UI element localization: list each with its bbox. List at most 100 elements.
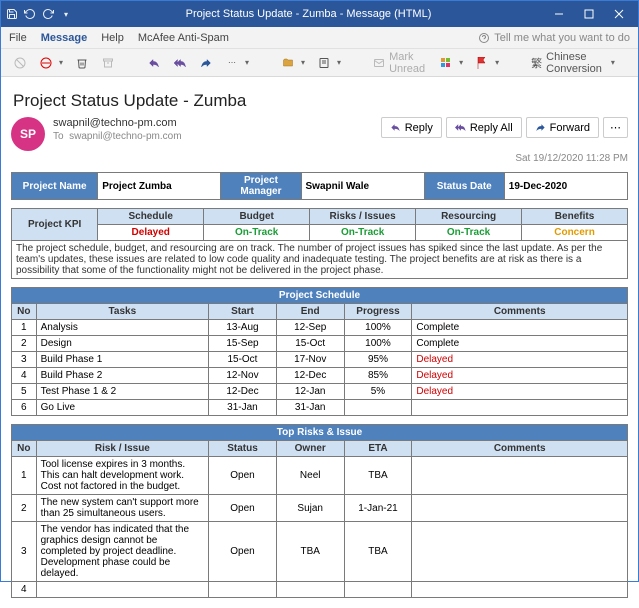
narrative-text: The project schedule, budget, and resour… [12, 241, 628, 279]
table-row: 2Design15-Sep15-Oct100%Complete [12, 336, 628, 352]
row-comments: Complete [412, 336, 628, 352]
minimize-button[interactable] [544, 1, 574, 27]
more-respond-icon[interactable]: ⋯▾ [221, 54, 253, 72]
tab-help[interactable]: Help [101, 32, 124, 44]
row-no: 4 [12, 368, 37, 384]
row-task: Build Phase 2 [36, 368, 208, 384]
forward-button[interactable]: Forward [526, 117, 599, 138]
row-end: 12-Dec [276, 368, 344, 384]
kpi-table: Project KPI Schedule Budget Risks / Issu… [11, 208, 628, 241]
to-line: To swapnil@techno-pm.com [53, 131, 373, 144]
maximize-button[interactable] [574, 1, 604, 27]
sender-avatar[interactable]: SP [11, 117, 45, 151]
row-status [209, 582, 277, 598]
row-task: Build Phase 1 [36, 352, 208, 368]
kpi-resourcing-val: On-Track [416, 225, 522, 241]
row-no: 6 [12, 400, 37, 416]
row-eta: TBA [344, 457, 412, 495]
risks-table: Top Risks & Issue No Risk / Issue Status… [11, 424, 628, 598]
row-eta [344, 582, 412, 598]
move-button[interactable]: ▾ [277, 54, 309, 72]
tell-me-label: Tell me what you want to do [494, 32, 630, 44]
row-status: Open [209, 457, 277, 495]
kpi-risks-val: On-Track [310, 225, 416, 241]
categorize-button[interactable]: ▾ [435, 54, 467, 72]
reply-icon[interactable] [143, 54, 165, 72]
from-address: swapnil@techno-pm.com [53, 117, 373, 131]
reply-all-button[interactable]: Reply All [446, 117, 522, 138]
row-end: 17-Nov [276, 352, 344, 368]
undo-icon[interactable] [23, 7, 37, 21]
row-risk: The vendor has indicated that the graphi… [36, 522, 208, 582]
table-row: 3The vendor has indicated that the graph… [12, 522, 628, 582]
risk-status-hdr: Status [209, 441, 277, 457]
row-owner [276, 582, 344, 598]
row-end: 12-Sep [276, 320, 344, 336]
row-progress: 85% [344, 368, 412, 384]
message-body: Project Name Project Zumba Project Manag… [1, 172, 638, 608]
more-actions-button[interactable]: ⋯ [603, 117, 628, 138]
row-progress: 95% [344, 352, 412, 368]
reply-button[interactable]: Reply [381, 117, 442, 138]
sched-progress-hdr: Progress [344, 304, 412, 320]
row-risk: Tool license expires in 3 months. This c… [36, 457, 208, 495]
row-no: 4 [12, 582, 37, 598]
table-row: 5Test Phase 1 & 212-Dec12-Jan5%Delayed [12, 384, 628, 400]
kpi-label: Project KPI [12, 209, 98, 241]
row-task: Design [36, 336, 208, 352]
chinese-conversion-button[interactable]: 繁Chinese Conversion▾ [527, 49, 619, 77]
row-owner: Neel [276, 457, 344, 495]
row-task: Analysis [36, 320, 208, 336]
mark-unread-button: Mark Unread [369, 49, 431, 77]
row-progress: 100% [344, 320, 412, 336]
follow-up-button[interactable]: ▾ [471, 54, 503, 72]
schedule-table: Project Schedule No Tasks Start End Prog… [11, 287, 628, 416]
row-no: 3 [12, 352, 37, 368]
row-progress: 100% [344, 336, 412, 352]
chinese-label: Chinese Conversion [546, 51, 605, 75]
save-icon[interactable] [5, 7, 19, 21]
status-date-hdr: Status Date [424, 173, 504, 200]
tab-message[interactable]: Message [41, 32, 87, 44]
close-button[interactable] [604, 1, 634, 27]
row-eta: 1-Jan-21 [344, 495, 412, 522]
tab-file[interactable]: File [9, 32, 27, 44]
kpi-budget-hdr: Budget [204, 209, 310, 225]
sched-task-hdr: Tasks [36, 304, 208, 320]
mark-unread-label: Mark Unread [389, 51, 427, 75]
row-owner: TBA [276, 522, 344, 582]
risks-title: Top Risks & Issue [12, 425, 628, 441]
sched-start-hdr: Start [209, 304, 277, 320]
quick-access-toolbar: ▾ [5, 7, 73, 21]
row-start: 15-Sep [209, 336, 277, 352]
forward-icon[interactable] [195, 54, 217, 72]
row-comments [412, 582, 628, 598]
delete-button[interactable] [71, 54, 93, 72]
row-comments: Delayed [412, 352, 628, 368]
message-header-pane: Project Status Update - Zumba SP swapnil… [1, 77, 638, 172]
rules-button[interactable]: ▾ [313, 54, 345, 72]
tell-me[interactable]: Tell me what you want to do [478, 32, 630, 44]
row-task: Test Phase 1 & 2 [36, 384, 208, 400]
redo-icon[interactable] [41, 7, 55, 21]
row-start: 31-Jan [209, 400, 277, 416]
table-row: 4Build Phase 212-Nov12-Dec85%Delayed [12, 368, 628, 384]
row-no: 2 [12, 495, 37, 522]
kpi-resourcing-hdr: Resourcing [416, 209, 522, 225]
sched-end-hdr: End [276, 304, 344, 320]
message-actions: Reply Reply All Forward ⋯ [381, 117, 628, 138]
row-end: 31-Jan [276, 400, 344, 416]
reply-all-icon[interactable] [169, 54, 191, 72]
risk-eta-hdr: ETA [344, 441, 412, 457]
row-comments [412, 522, 628, 582]
tab-mcafee[interactable]: McAfee Anti-Spam [138, 32, 229, 44]
junk-button[interactable]: ▾ [35, 54, 67, 72]
row-task: Go Live [36, 400, 208, 416]
more-quick-icon[interactable]: ▾ [59, 7, 73, 21]
table-row: 6Go Live31-Jan31-Jan [12, 400, 628, 416]
row-end: 12-Jan [276, 384, 344, 400]
row-comments: Complete [412, 320, 628, 336]
title-bar: ▾ Project Status Update - Zumba - Messag… [1, 1, 638, 27]
kpi-schedule-hdr: Schedule [98, 209, 204, 225]
row-no: 3 [12, 522, 37, 582]
